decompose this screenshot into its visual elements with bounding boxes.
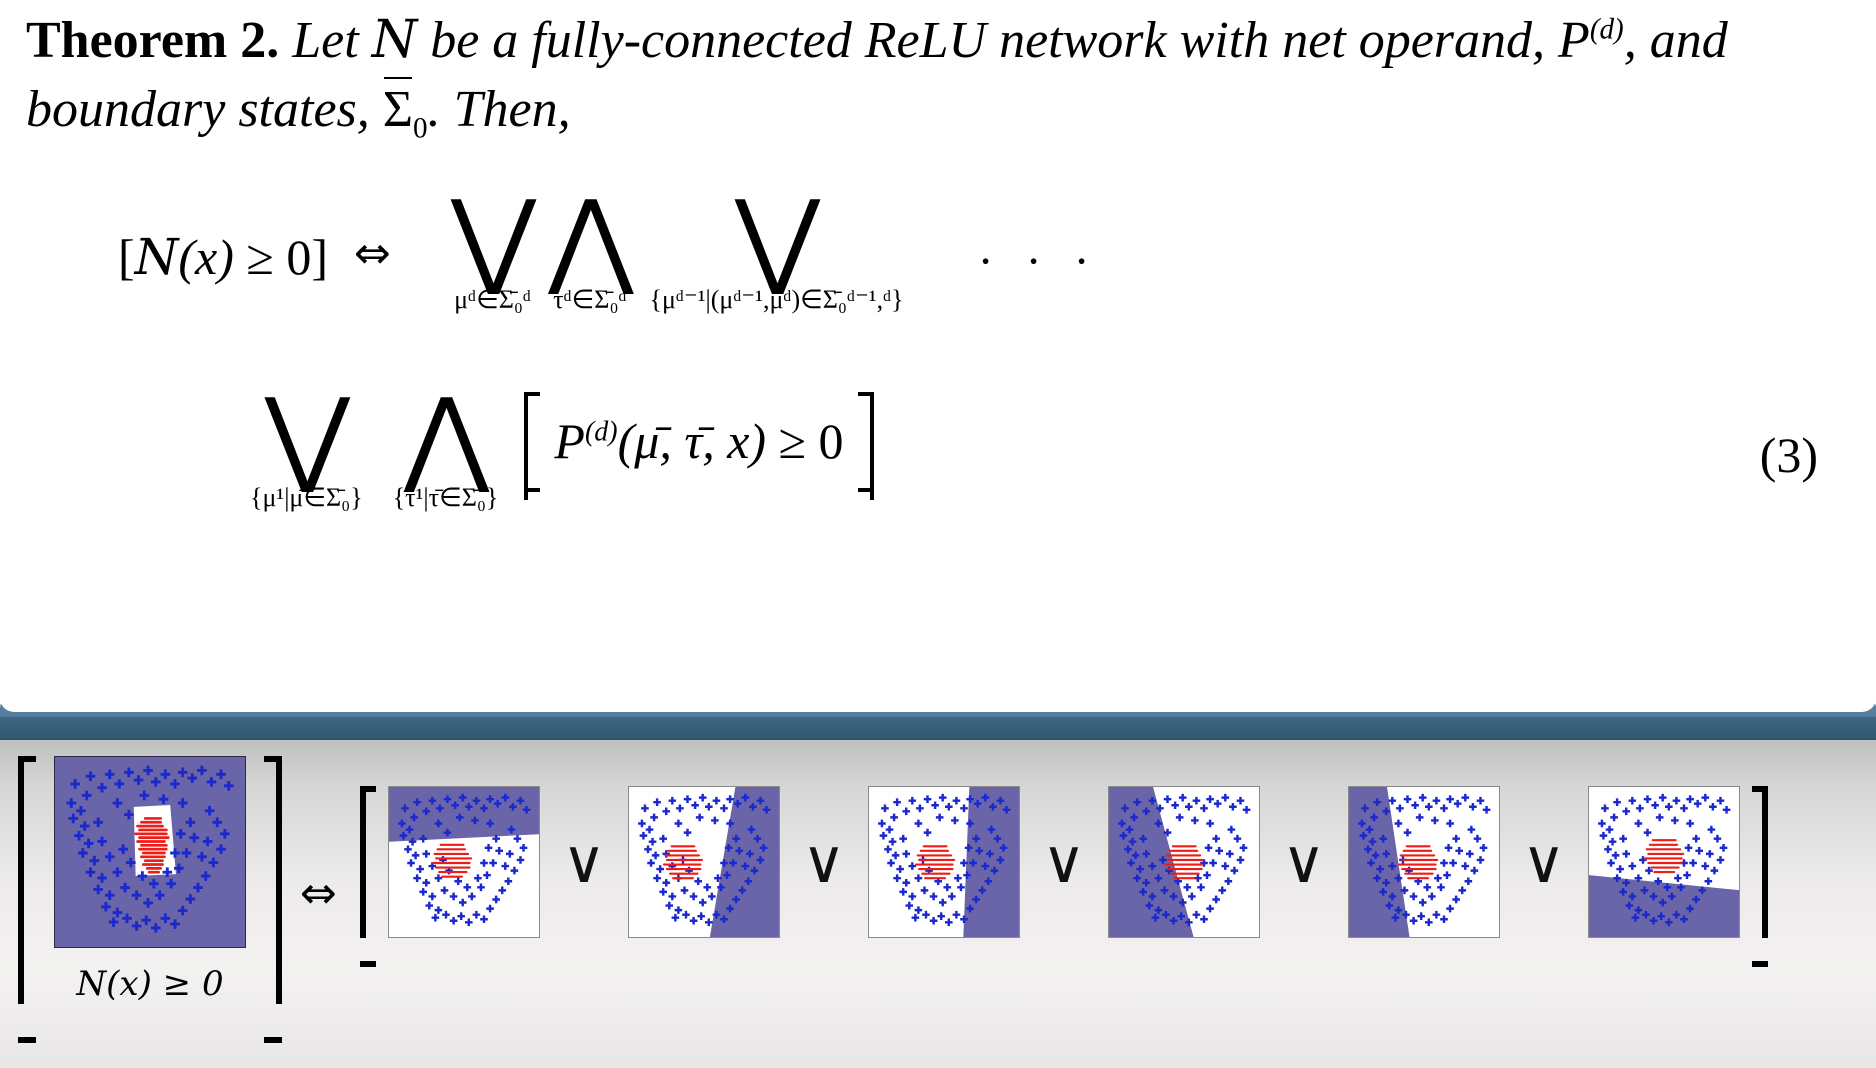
bigop-and-2-limit: {τ¹|τ̄∈Σ̄₀}	[392, 483, 499, 513]
panel-6-scatter	[1589, 787, 1739, 937]
equation-ellipsis: · · ·	[977, 235, 1100, 288]
equation-line-2: ⋁ {μ¹|μ̄∈Σ̄₀} ⋀ {τ¹|τ̄∈Σ̄₀} P(d)(μ̄, τ̄,…	[250, 375, 874, 513]
panel-2	[627, 786, 780, 938]
figure-bracket-right	[264, 756, 282, 1004]
panel-5-scatter	[1349, 787, 1499, 937]
bigop-or-1-limit: μᵈ∈Σ̄₀ᵈ	[454, 285, 532, 315]
or-symbol-4: ∨	[1281, 827, 1326, 897]
figure-bracket-left	[18, 756, 36, 1004]
panel-main-scatter	[55, 757, 245, 947]
figure-iff-symbol: ⇔	[300, 868, 337, 919]
theorem-label: Theorem 2.	[26, 12, 280, 69]
panel-main	[54, 756, 246, 948]
bigop-or-2-limit: {μᵈ⁻¹|(μᵈ⁻¹,μᵈ)∈Σ̄₀ᵈ⁻¹,ᵈ}	[649, 285, 904, 315]
theorem-text-4: . Then,	[427, 80, 571, 138]
symbol-sigma-subscript: 0	[413, 112, 428, 145]
equation-lhs: [N(x) ≥ 0]	[118, 228, 329, 286]
theorem-text-1: Let	[292, 12, 359, 69]
bigop-and-2: ⋀ {τ¹|τ̄∈Σ̄₀}	[392, 375, 499, 513]
figure-right-bracket-left	[360, 786, 376, 938]
or-symbol-1: ∨	[562, 827, 606, 897]
bigop-or-3: ⋁ {μ¹|μ̄∈Σ̄₀}	[250, 375, 363, 513]
or-symbol-5: ∨	[1521, 827, 1566, 897]
panel-5	[1347, 786, 1500, 938]
panel-4-scatter	[1109, 787, 1259, 937]
bracket-left	[524, 392, 541, 500]
panel-4	[1107, 786, 1260, 938]
predicate-expression: P(d)(μ̄, τ̄, x) ≥ 0	[554, 413, 844, 469]
panel-list: ∨ ∨ ∨ ∨ ∨	[376, 786, 1752, 938]
or-symbol-3: ∨	[1041, 827, 1086, 897]
equation-number: (3)	[1759, 427, 1818, 483]
bigop-or-2: ⋁ {μᵈ⁻¹|(μᵈ⁻¹,μᵈ)∈Σ̄₀ᵈ⁻¹,ᵈ}	[649, 177, 904, 315]
symbol-P-superscript: (d)	[1589, 13, 1624, 46]
panel-2-scatter	[629, 787, 779, 937]
figure-right-group: ∨ ∨ ∨ ∨ ∨	[360, 786, 1768, 938]
bigop-or-1: ⋁ μᵈ∈Σ̄₀ᵈ	[450, 177, 536, 315]
or-symbol-2: ∨	[801, 827, 846, 897]
symbol-P: P	[1558, 12, 1590, 69]
panel-3-scatter	[869, 787, 1019, 937]
equation-block: [N(x) ≥ 0] ⇔ ⋁ μᵈ∈Σ̄₀ᵈ ⋀ τᵈ∈Σ̄₀ᵈ ⋁ {μᵈ⁻¹…	[0, 176, 1876, 636]
figure-right-bracket-right	[1751, 786, 1768, 938]
theorem-text-2: be a fully-connected ReLU network with n…	[430, 12, 1546, 69]
slide-panel: Theorem 2. Let N be a fully-connected Re…	[0, 0, 1876, 712]
iff-symbol: ⇔	[354, 228, 391, 279]
symbol-sigma-bar: Σ	[382, 77, 414, 138]
symbol-network-N: N	[371, 10, 418, 70]
predicate-bracket: P(d)(μ̄, τ̄, x) ≥ 0	[524, 392, 874, 500]
panel-1-scatter	[389, 787, 539, 937]
theorem-statement: Theorem 2. Let N be a fully-connected Re…	[26, 6, 1852, 147]
equation-line-1: [N(x) ≥ 0] ⇔ ⋁ μᵈ∈Σ̄₀ᵈ ⋀ τᵈ∈Σ̄₀ᵈ ⋁ {μᵈ⁻¹…	[118, 177, 1100, 315]
bigop-and-1-limit: τᵈ∈Σ̄₀ᵈ	[553, 285, 627, 315]
panel-1	[388, 786, 540, 938]
figure-strip: N(x) ≥ 0 ⇔ ∨ ∨ ∨ ∨ ∨	[0, 740, 1876, 1068]
bigop-and-1: ⋀ τᵈ∈Σ̄₀ᵈ	[548, 177, 633, 315]
panel-main-caption: N(x) ≥ 0	[76, 964, 224, 1004]
panel-6	[1587, 786, 1740, 938]
bracket-right	[857, 392, 874, 500]
figure-left-group: N(x) ≥ 0	[18, 756, 282, 1004]
panel-3	[867, 786, 1020, 938]
bigop-or-3-limit: {μ¹|μ̄∈Σ̄₀}	[250, 483, 363, 513]
